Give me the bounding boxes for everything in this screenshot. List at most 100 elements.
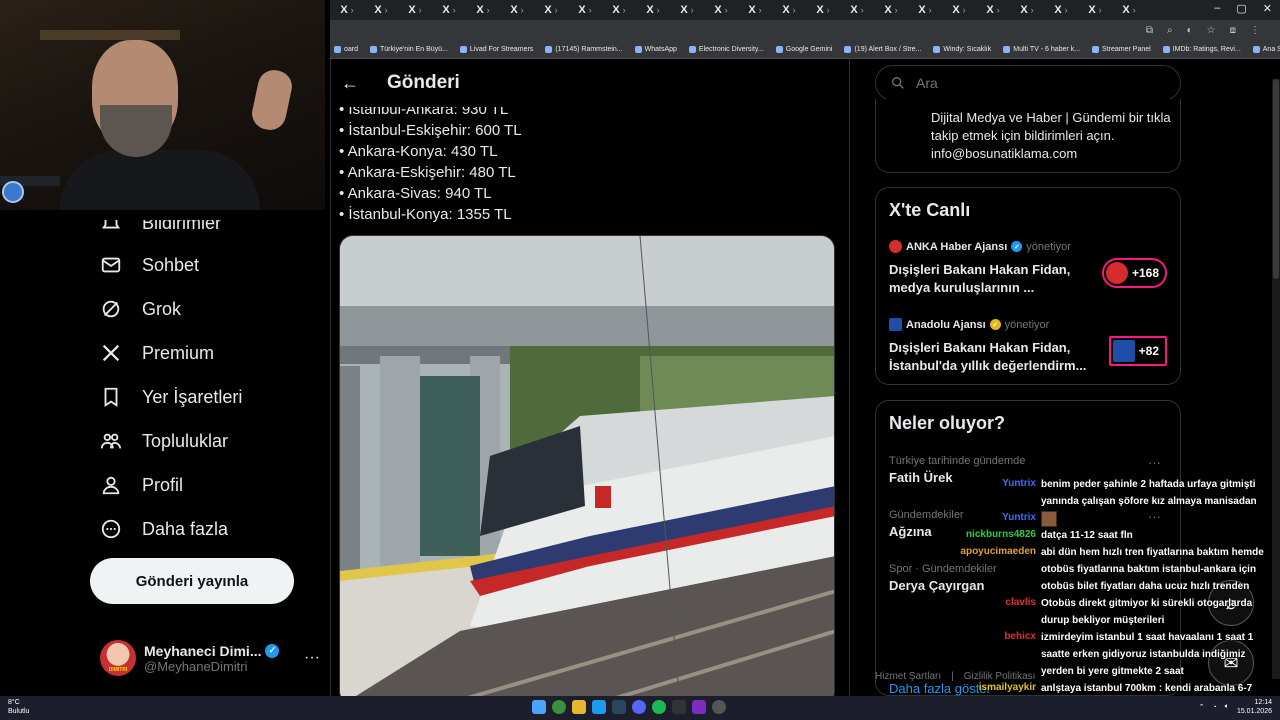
- volume-icon[interactable]: 🔈︎: [1225, 703, 1229, 711]
- close-window-icon[interactable]: ✕: [1263, 2, 1272, 15]
- bookmark-star-icon[interactable]: ☆: [1207, 25, 1216, 36]
- zoom-icon[interactable]: ⌕: [1167, 25, 1173, 36]
- nav-more[interactable]: Daha fazla: [100, 518, 228, 540]
- search-box[interactable]: Ara: [875, 65, 1181, 101]
- tab-close-icon[interactable]: ›: [691, 5, 694, 15]
- tab-close-icon[interactable]: ›: [827, 5, 830, 15]
- browser-tab[interactable]: X ›: [534, 4, 568, 16]
- tab-close-icon[interactable]: ›: [997, 5, 1000, 15]
- minimize-icon[interactable]: –: [1214, 2, 1220, 15]
- bookmark-item[interactable]: (17145) Rammstein...: [545, 45, 623, 53]
- browser-tab[interactable]: X ›: [1044, 4, 1078, 16]
- nav-bookmarks[interactable]: Yer İşaretleri: [100, 386, 242, 408]
- more-dots-icon[interactable]: ···: [1148, 455, 1161, 470]
- browser-tab[interactable]: X ›: [704, 4, 738, 16]
- nav-communities[interactable]: Topluluklar: [100, 430, 228, 452]
- live-item[interactable]: Anadolu Ajansı ✓ yönetiyor Dışişleri Bak…: [889, 318, 1179, 375]
- bookmark-item[interactable]: Electronic Diversity...: [688, 45, 764, 53]
- tab-close-icon[interactable]: ›: [419, 5, 422, 15]
- browser-tab[interactable]: X ›: [568, 4, 602, 16]
- tab-close-icon[interactable]: ›: [793, 5, 796, 15]
- tab-close-icon[interactable]: ›: [555, 5, 558, 15]
- tab-close-icon[interactable]: ›: [861, 5, 864, 15]
- app-icon[interactable]: [692, 700, 706, 714]
- weather-widget[interactable]: 8°C Bulutlu: [8, 698, 29, 716]
- bookmark-item[interactable]: Streamer Panel: [1092, 45, 1151, 53]
- chat-username[interactable]: ismailyaykir: [936, 682, 1036, 693]
- app-icon[interactable]: [592, 700, 606, 714]
- obs-icon[interactable]: [712, 700, 726, 714]
- browser-tab[interactable]: X ›: [466, 4, 500, 16]
- steam-icon[interactable]: [612, 700, 626, 714]
- browser-tab[interactable]: X ›: [840, 4, 874, 16]
- tab-close-icon[interactable]: ›: [351, 5, 354, 15]
- chat-username[interactable]: nickburns4826: [936, 529, 1036, 540]
- translate-icon[interactable]: ◐: [1187, 25, 1193, 36]
- chrome-icon[interactable]: [552, 700, 566, 714]
- browser-tab[interactable]: X ›: [772, 4, 806, 16]
- nav-notifications[interactable]: Bildirimler: [100, 220, 221, 234]
- chat-username[interactable]: apoyucimaeden: [936, 546, 1036, 557]
- network-icon[interactable]: ◔: [1213, 704, 1217, 711]
- chat-username[interactable]: Yuntrix: [936, 478, 1036, 489]
- file-explorer-icon[interactable]: [572, 700, 586, 714]
- tab-close-icon[interactable]: ›: [1099, 5, 1102, 15]
- tab-close-icon[interactable]: ›: [1133, 5, 1136, 15]
- browser-tab[interactable]: X ›: [806, 4, 840, 16]
- tab-close-icon[interactable]: ›: [487, 5, 490, 15]
- bookmark-item[interactable]: Ana Sayfa • HBO Max: [1252, 45, 1280, 53]
- bookmark-item[interactable]: oard: [334, 45, 358, 53]
- tab-close-icon[interactable]: ›: [963, 5, 966, 15]
- browser-tab[interactable]: X ›: [364, 4, 398, 16]
- tab-close-icon[interactable]: ›: [623, 5, 626, 15]
- more-dots-icon[interactable]: ···: [304, 649, 320, 667]
- epic-icon[interactable]: [672, 700, 686, 714]
- clock[interactable]: 12:14 15.01.2026: [1237, 698, 1272, 716]
- browser-tab[interactable]: X ›: [602, 4, 636, 16]
- maximize-icon[interactable]: ▢: [1236, 2, 1246, 15]
- tab-close-icon[interactable]: ›: [759, 5, 762, 15]
- chat-username[interactable]: behicx: [936, 631, 1036, 642]
- account-switcher[interactable]: DIMITRI Meyhaneci Dimi... ✓ @MeyhaneDimi…: [100, 635, 320, 681]
- browser-tab[interactable]: X ›: [1112, 4, 1146, 16]
- tab-close-icon[interactable]: ›: [453, 5, 456, 15]
- bookmark-item[interactable]: (19) Alert Box / Stre...: [844, 45, 921, 53]
- browser-tab[interactable]: X ›: [738, 4, 772, 16]
- post-image-train[interactable]: [339, 235, 835, 696]
- nav-premium[interactable]: Premium: [100, 342, 214, 364]
- tab-close-icon[interactable]: ›: [385, 5, 388, 15]
- start-icon[interactable]: [532, 700, 546, 714]
- nav-grok[interactable]: Grok: [100, 298, 181, 320]
- tab-close-icon[interactable]: ›: [589, 5, 592, 15]
- back-arrow-icon[interactable]: ←: [341, 73, 359, 94]
- nav-messages[interactable]: Sohbet: [100, 254, 199, 276]
- extensions-icon[interactable]: ⧈: [1230, 25, 1236, 36]
- browser-tab[interactable]: X ›: [432, 4, 466, 16]
- browser-tab[interactable]: X ›: [874, 4, 908, 16]
- tab-close-icon[interactable]: ›: [657, 5, 660, 15]
- bookmark-item[interactable]: IMDb: Ratings, Revi...: [1162, 45, 1241, 53]
- tab-close-icon[interactable]: ›: [929, 5, 932, 15]
- tab-close-icon[interactable]: ›: [725, 5, 728, 15]
- tab-close-icon[interactable]: ›: [895, 5, 898, 15]
- browser-tab[interactable]: X ›: [942, 4, 976, 16]
- bookmark-item[interactable]: WhatsApp: [634, 45, 677, 53]
- browser-tab[interactable]: X ›: [500, 4, 534, 16]
- scrollbar-thumb[interactable]: [1273, 79, 1279, 279]
- browser-tab[interactable]: X ›: [976, 4, 1010, 16]
- cast-icon[interactable]: ⧉: [1146, 25, 1153, 36]
- browser-tab[interactable]: X ›: [330, 4, 364, 16]
- browser-tab[interactable]: X ›: [1010, 4, 1044, 16]
- browser-tab[interactable]: X ›: [636, 4, 670, 16]
- bookmark-item[interactable]: Livad For Streamers: [459, 45, 533, 53]
- browser-tab[interactable]: X ›: [908, 4, 942, 16]
- tab-close-icon[interactable]: ›: [521, 5, 524, 15]
- bookmark-item[interactable]: Türkiye'nin En Büyü...: [370, 45, 448, 53]
- spotify-icon[interactable]: [652, 700, 666, 714]
- browser-tab[interactable]: X ›: [1078, 4, 1112, 16]
- tray-arrow-icon[interactable]: ⌃: [1199, 703, 1205, 711]
- footer-link[interactable]: Hizmet Şartları: [875, 671, 941, 682]
- chat-username[interactable]: clavlis: [936, 597, 1036, 608]
- live-item[interactable]: ANKA Haber Ajansı ✓ yönetiyor Dışişleri …: [889, 240, 1179, 297]
- discord-icon[interactable]: [632, 700, 646, 714]
